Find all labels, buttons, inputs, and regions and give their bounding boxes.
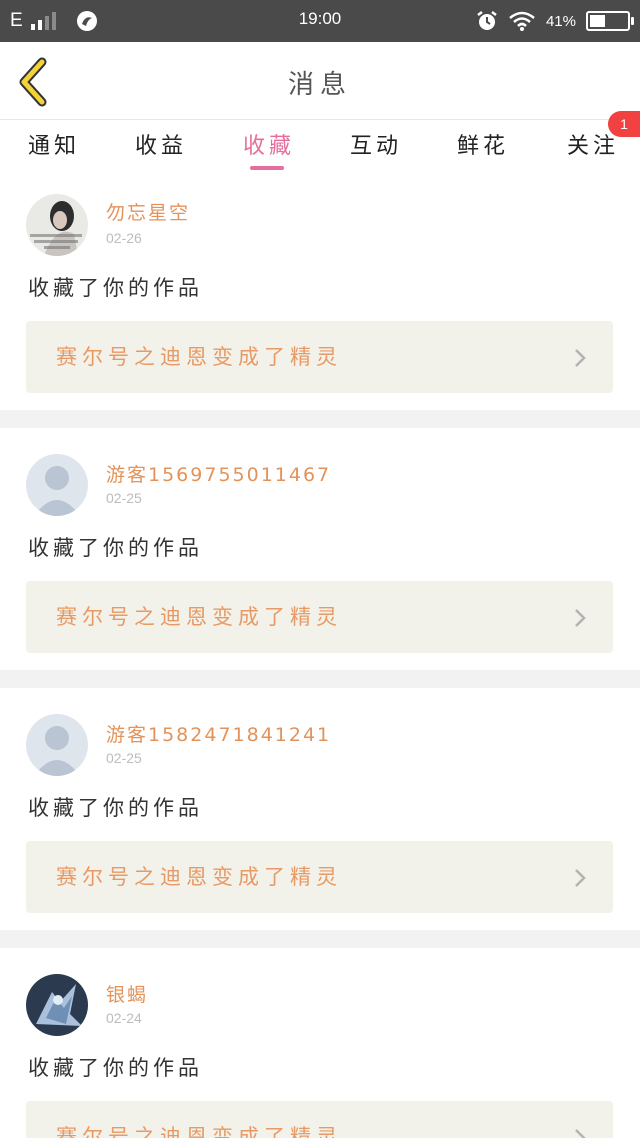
battery-fill [590,15,605,27]
status-right: 41% [476,8,634,34]
username[interactable]: 银蝎 [106,980,148,1007]
follow-badge: 1 [608,111,640,137]
list-item: 游客1569755011467 02-25 收藏了你的作品 赛尔号之迪恩变成了精… [0,428,640,670]
tab-bar: 通知 收益 收藏 互动 鲜花 关注 [0,120,640,176]
message-date: 02-24 [106,1010,142,1026]
divider [0,410,640,428]
chevron-right-icon [575,349,586,367]
tab-favorites[interactable]: 收藏 [243,128,295,168]
header: 消息 [0,42,640,120]
message-text: 收藏了你的作品 [28,1056,203,1080]
work-card[interactable]: 赛尔号之迪恩变成了精灵 [26,841,613,913]
work-title: 赛尔号之迪恩变成了精灵 [56,865,342,889]
divider [0,670,640,688]
tab-flowers[interactable]: 鲜花 [457,128,509,168]
active-tab-indicator [250,166,284,170]
message-text: 收藏了你的作品 [28,536,203,560]
chevron-right-icon [575,1129,586,1138]
tab-earnings[interactable]: 收益 [135,128,187,168]
chevron-right-icon [575,869,586,887]
message-date: 02-25 [106,490,142,506]
avatar[interactable] [26,714,88,776]
tab-follow[interactable]: 关注 [567,128,619,168]
list-item: 游客1582471841241 02-25 收藏了你的作品 赛尔号之迪恩变成了精… [0,688,640,930]
work-title: 赛尔号之迪恩变成了精灵 [56,605,342,629]
tab-notifications[interactable]: 通知 [28,128,80,168]
battery-icon [586,11,634,31]
tab-interactions[interactable]: 互动 [350,128,402,168]
username[interactable]: 游客1582471841241 [106,720,331,747]
divider [0,930,640,948]
list-item: 银蝎 02-24 收藏了你的作品 赛尔号之迪恩变成了精灵 [0,948,640,1138]
battery-percent: 41% [545,12,576,30]
message-date: 02-25 [106,750,142,766]
page-title: 消息 [287,70,352,100]
username[interactable]: 勿忘星空 [106,198,190,225]
alarm-icon [477,11,497,30]
avatar[interactable] [26,974,88,1036]
status-bar: E 19:00 41% [0,0,640,42]
work-card[interactable]: 赛尔号之迪恩变成了精灵 [26,1101,613,1138]
list-item: 勿忘星空 02-26 收藏了你的作品 赛尔号之迪恩变成了精灵 [0,176,640,410]
message-text: 收藏了你的作品 [28,796,203,820]
work-title: 赛尔号之迪恩变成了精灵 [56,345,342,369]
work-title: 赛尔号之迪恩变成了精灵 [56,1125,342,1138]
work-card[interactable]: 赛尔号之迪恩变成了精灵 [26,321,613,393]
username[interactable]: 游客1569755011467 [106,460,331,487]
wifi-icon [509,11,535,31]
avatar[interactable] [26,454,88,516]
chevron-right-icon [575,609,586,627]
avatar[interactable] [26,194,88,256]
work-card[interactable]: 赛尔号之迪恩变成了精灵 [26,581,613,653]
message-text: 收藏了你的作品 [28,276,203,300]
message-date: 02-26 [106,230,142,246]
